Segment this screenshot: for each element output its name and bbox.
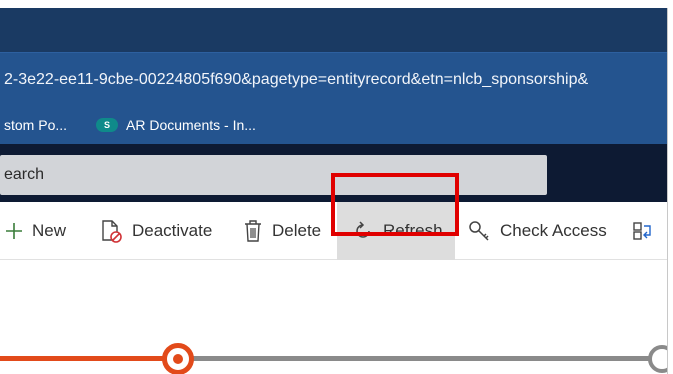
bookmarks-bar: stom Po... S AR Documents - In... (0, 106, 667, 144)
browser-address-bar[interactable]: 2-3e22-ee11-9cbe-00224805f690&pagetype=e… (0, 52, 667, 106)
business-process-flow (0, 260, 673, 374)
browser-title-strip (0, 8, 667, 52)
bookmark-label: AR Documents - In... (126, 117, 256, 133)
bookmark-label: stom Po... (4, 117, 68, 133)
plus-icon (6, 223, 22, 239)
key-icon (469, 221, 489, 241)
completed-stage-line (0, 356, 178, 361)
search-input[interactable]: earch (0, 155, 547, 195)
screenshot-frame: 2-3e22-ee11-9cbe-00224805f690&pagetype=e… (0, 0, 673, 374)
check-access-button[interactable]: Check Access (468, 202, 607, 260)
new-label: New (32, 221, 67, 240)
trash-icon (245, 220, 261, 242)
right-border-line (667, 8, 668, 374)
active-stage-marker[interactable] (162, 343, 194, 374)
pending-stage-line (178, 356, 656, 361)
deactivate-label: Deactivate (132, 221, 213, 240)
check-access-label: Check Access (500, 221, 607, 240)
flow-icon (633, 222, 651, 240)
url-text[interactable]: 2-3e22-ee11-9cbe-00224805f690&pagetype=e… (4, 71, 588, 89)
bookmark-ar-documents[interactable]: S AR Documents - In... (96, 117, 256, 133)
sharepoint-icon: S (96, 118, 118, 132)
highlight-annotation (331, 173, 459, 236)
delete-label: Delete (272, 221, 322, 240)
deactivate-button[interactable]: Deactivate (100, 202, 212, 260)
top-edge (0, 0, 673, 8)
search-placeholder: earch (4, 166, 45, 183)
delete-button[interactable]: Delete (244, 202, 321, 260)
new-button[interactable]: New (6, 202, 66, 260)
bookmark-custom-po[interactable]: stom Po... (4, 117, 67, 133)
more-commands-button[interactable] (633, 202, 653, 260)
deactivate-document-icon (102, 220, 122, 243)
